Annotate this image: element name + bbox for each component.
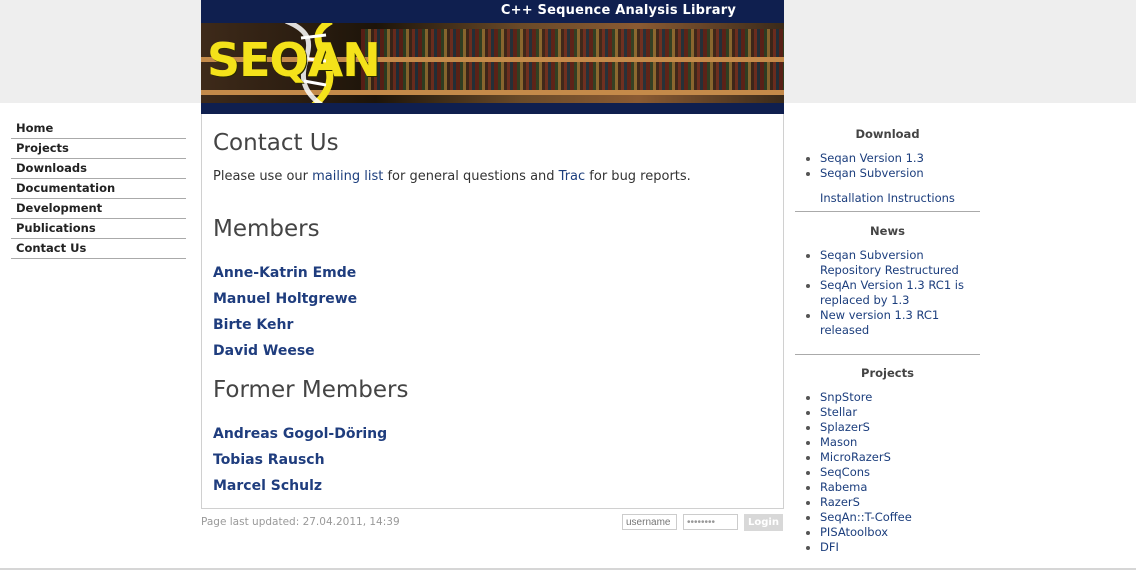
- news-link[interactable]: SeqAn Version 1.3 RC1 is replaced by 1.3: [820, 278, 964, 307]
- header-bar: C++ Sequence Analysis Library: [201, 0, 784, 23]
- news-link[interactable]: Seqan Subversion Repository Restructured: [820, 248, 959, 277]
- intro-middle: for general questions and: [383, 169, 559, 184]
- password-input[interactable]: [683, 514, 738, 530]
- nav-item-downloads[interactable]: Downloads: [11, 160, 186, 179]
- member-link[interactable]: Birte Kehr: [213, 317, 293, 333]
- former-members-heading: Former Members: [213, 377, 409, 403]
- project-item[interactable]: PISAtoolbox: [795, 525, 980, 540]
- news-item[interactable]: SeqAn Version 1.3 RC1 is replaced by 1.3: [795, 278, 980, 308]
- download-link-text[interactable]: Seqan Version 1.3: [820, 151, 924, 165]
- page-title: Contact Us: [213, 130, 339, 156]
- project-link[interactable]: Rabema: [820, 480, 867, 494]
- main-content: Contact Us Please use our mailing list f…: [201, 114, 784, 509]
- download-link[interactable]: Seqan Subversion: [795, 166, 980, 181]
- project-link[interactable]: SnpStore: [820, 390, 872, 404]
- intro-text: Please use our mailing list for general …: [213, 169, 691, 184]
- nav-item-contact-us[interactable]: Contact Us: [11, 240, 186, 259]
- news-link[interactable]: New version 1.3 RC1 released: [820, 308, 939, 337]
- project-item[interactable]: Rabema: [795, 480, 980, 495]
- project-link[interactable]: PISAtoolbox: [820, 525, 888, 539]
- project-link[interactable]: Stellar: [820, 405, 857, 419]
- member-link[interactable]: David Weese: [213, 343, 315, 359]
- former-member-link[interactable]: Marcel Schulz: [213, 478, 322, 494]
- nav-item-documentation[interactable]: Documentation: [11, 180, 186, 199]
- project-item[interactable]: RazerS: [795, 495, 980, 510]
- banner-image: SEQAN: [201, 23, 784, 103]
- trac-link[interactable]: Trac: [559, 169, 586, 184]
- project-item[interactable]: DFI: [795, 540, 980, 555]
- project-link[interactable]: SeqAn::T-Coffee: [820, 510, 912, 524]
- sidebar-projects: Projects SnpStore Stellar SplazerS Mason…: [795, 366, 980, 555]
- project-link[interactable]: SplazerS: [820, 420, 870, 434]
- mailing-list-link[interactable]: mailing list: [312, 169, 383, 184]
- last-updated-text: Page last updated: 27.04.2011, 14:39: [201, 516, 400, 528]
- sidebar-download: Download Seqan Version 1.3 Seqan Subvers…: [795, 127, 980, 212]
- project-item[interactable]: SeqCons: [795, 465, 980, 480]
- project-item[interactable]: SeqAn::T-Coffee: [795, 510, 980, 525]
- project-item[interactable]: SplazerS: [795, 420, 980, 435]
- project-item[interactable]: Mason: [795, 435, 980, 450]
- project-item[interactable]: Stellar: [795, 405, 980, 420]
- download-heading: Download: [855, 127, 920, 141]
- member-link[interactable]: Manuel Holtgrewe: [213, 291, 357, 307]
- nav-item-development[interactable]: Development: [11, 200, 186, 219]
- installation-instructions-link[interactable]: Installation Instructions: [820, 191, 955, 205]
- download-link-text[interactable]: Seqan Subversion: [820, 166, 924, 180]
- news-heading: News: [870, 224, 905, 238]
- left-nav: Home Projects Downloads Documentation De…: [11, 120, 186, 260]
- intro-suffix: for bug reports.: [585, 169, 691, 184]
- project-link[interactable]: SeqCons: [820, 465, 870, 479]
- seqan-logo[interactable]: SEQAN: [207, 37, 381, 83]
- header-bottom-bar: [201, 103, 784, 114]
- former-member-link[interactable]: Tobias Rausch: [213, 452, 325, 468]
- news-item[interactable]: New version 1.3 RC1 released: [795, 308, 980, 338]
- sidebar-divider: [795, 354, 980, 355]
- bookshelf-row: [361, 62, 784, 90]
- project-link[interactable]: RazerS: [820, 495, 860, 509]
- site-tagline: C++ Sequence Analysis Library: [500, 3, 736, 18]
- project-item[interactable]: MicroRazerS: [795, 450, 980, 465]
- project-link[interactable]: MicroRazerS: [820, 450, 891, 464]
- sidebar-divider: [795, 211, 980, 212]
- bookshelf-row: [361, 29, 784, 57]
- site-header: C++ Sequence Analysis Library SEQAN: [201, 0, 784, 114]
- former-member-link[interactable]: Andreas Gogol-Döring: [213, 426, 387, 442]
- sidebar-news: News Seqan Subversion Repository Restruc…: [795, 224, 980, 355]
- project-item[interactable]: SnpStore: [795, 390, 980, 405]
- members-heading: Members: [213, 216, 320, 242]
- nav-item-publications[interactable]: Publications: [11, 220, 186, 239]
- login-button[interactable]: Login: [744, 514, 783, 531]
- username-input[interactable]: [622, 514, 677, 530]
- project-link[interactable]: Mason: [820, 435, 857, 449]
- news-item[interactable]: Seqan Subversion Repository Restructured: [795, 248, 980, 278]
- nav-item-home[interactable]: Home: [11, 120, 186, 139]
- intro-prefix: Please use our: [213, 169, 313, 184]
- member-link[interactable]: Anne-Katrin Emde: [213, 265, 356, 281]
- download-link[interactable]: Seqan Version 1.3: [795, 151, 980, 166]
- projects-heading: Projects: [861, 366, 914, 380]
- project-link[interactable]: DFI: [820, 540, 839, 554]
- nav-item-projects[interactable]: Projects: [11, 140, 186, 159]
